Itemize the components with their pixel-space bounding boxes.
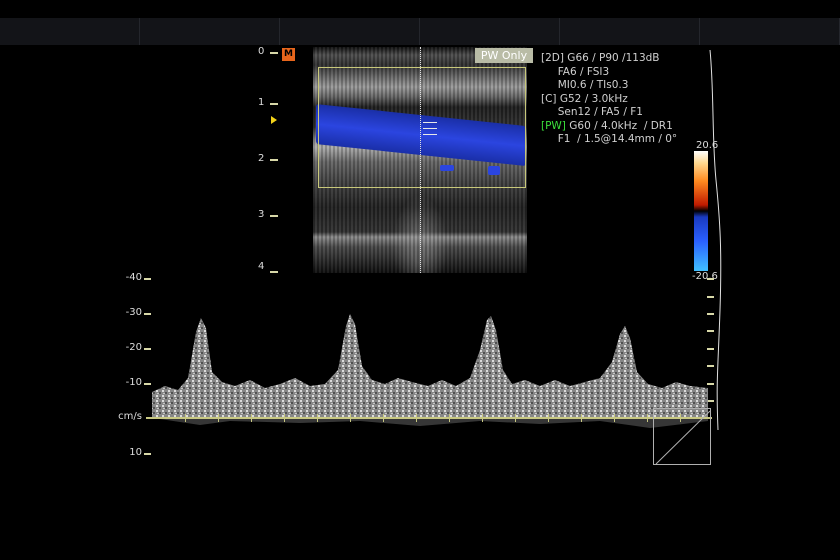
time-tick — [515, 414, 516, 422]
time-tick — [647, 414, 648, 422]
time-tick — [614, 414, 615, 422]
time-tick — [317, 414, 318, 422]
time-tick — [185, 414, 186, 422]
doppler-baseline[interactable] — [146, 417, 712, 419]
time-tick — [350, 414, 351, 422]
time-tick — [482, 414, 483, 422]
time-tick — [284, 414, 285, 422]
spectral-negative-noise — [160, 419, 708, 428]
time-tick — [251, 414, 252, 422]
time-tick — [581, 414, 582, 422]
time-tick — [548, 414, 549, 422]
sweep-diagonal — [655, 410, 711, 465]
spectral-waveform — [152, 314, 708, 417]
sweep-position-box — [653, 408, 711, 465]
time-tick — [416, 414, 417, 422]
time-tick — [449, 414, 450, 422]
time-tick — [383, 414, 384, 422]
time-tick — [218, 414, 219, 422]
doppler-spectrum[interactable] — [0, 0, 840, 560]
